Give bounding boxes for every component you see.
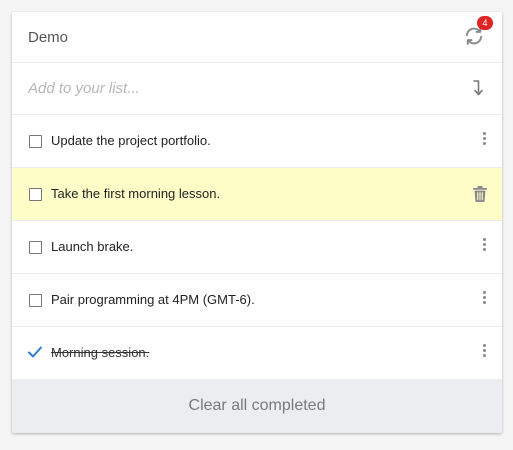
- add-item-input[interactable]: [28, 77, 448, 99]
- item-label: Launch brake.: [51, 239, 134, 254]
- more-vertical-icon[interactable]: [479, 291, 489, 309]
- list-item[interactable]: Update the project portfolio.: [12, 115, 502, 168]
- more-vertical-icon[interactable]: [479, 238, 489, 256]
- sync-button[interactable]: 4: [464, 16, 493, 48]
- item-checkbox[interactable]: [29, 135, 42, 148]
- clear-completed-button[interactable]: Clear all completed: [12, 379, 502, 433]
- item-label: Take the first morning lesson.: [51, 186, 221, 201]
- trash-icon: [473, 186, 487, 202]
- list-title: Demo: [28, 29, 69, 46]
- item-checkbox[interactable]: [29, 188, 42, 201]
- more-vertical-icon[interactable]: [479, 344, 489, 362]
- list-item[interactable]: Take the first morning lesson.: [12, 168, 502, 221]
- more-vertical-icon[interactable]: [479, 132, 489, 150]
- item-checkbox[interactable]: [29, 294, 42, 307]
- todo-card: Demo 4 Update the project portfolio. Tak…: [12, 12, 502, 433]
- return-arrow-icon: [473, 80, 483, 96]
- item-label: Pair programming at 4PM (GMT-6).: [51, 292, 255, 307]
- submit-item-button[interactable]: [470, 78, 488, 98]
- list-item[interactable]: Pair programming at 4PM (GMT-6).: [12, 274, 502, 327]
- item-checked-toggle[interactable]: [27, 345, 43, 359]
- checkmark-icon: [28, 346, 42, 358]
- list-item[interactable]: Launch brake.: [12, 221, 502, 274]
- item-label: Update the project portfolio.: [51, 133, 211, 148]
- item-checkbox[interactable]: [29, 241, 42, 254]
- delete-item-button[interactable]: [473, 186, 487, 202]
- card-header: Demo 4: [12, 12, 502, 63]
- item-label: Morning session.: [51, 345, 150, 360]
- add-item-row: [12, 63, 502, 115]
- list-item-completed[interactable]: Morning session.: [12, 327, 502, 380]
- notification-badge: 4: [477, 16, 493, 30]
